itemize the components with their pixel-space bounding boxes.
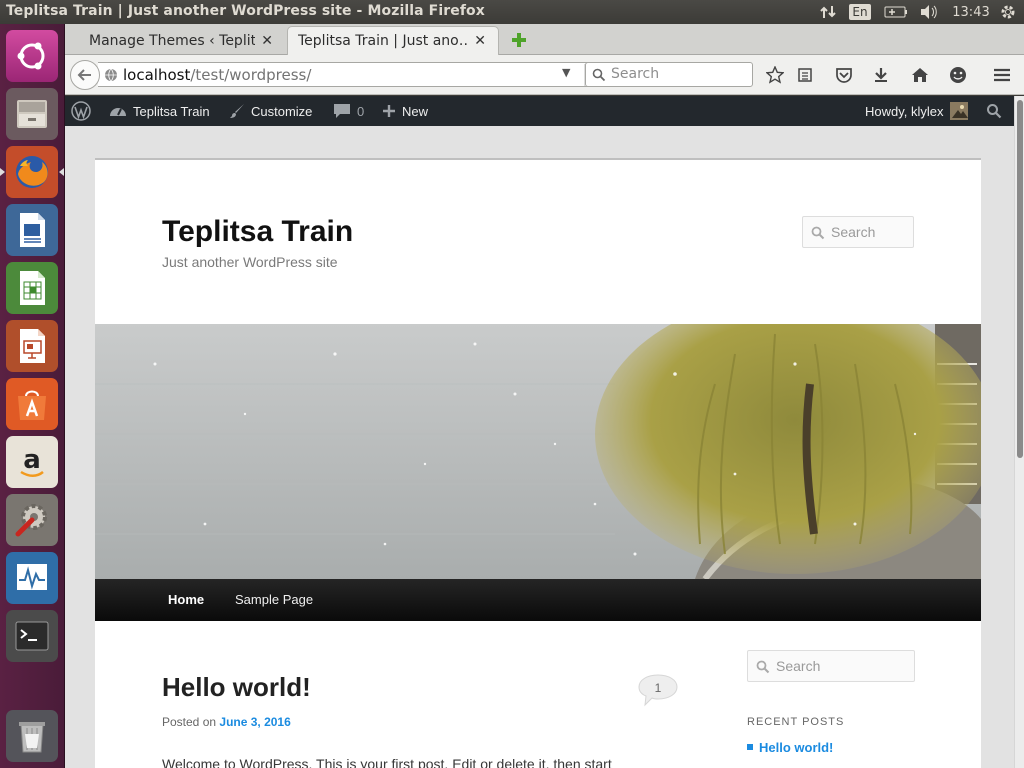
header-image: [95, 324, 981, 579]
admin-new-label: New: [402, 103, 429, 119]
hello-smiley-icon[interactable]: [947, 64, 969, 86]
browser-tab-strip: Manage Themes ‹ Teplit… ✕ Teplitsa Train…: [65, 24, 1024, 55]
ubuntu-dash-icon[interactable]: [6, 30, 58, 82]
tab-label: Manage Themes ‹ Teplit…: [89, 32, 256, 49]
session-gear-icon[interactable]: [997, 2, 1019, 22]
browser-search-box[interactable]: Search: [585, 62, 753, 87]
primary-navigation: Home Sample Page: [95, 579, 981, 621]
network-icon[interactable]: [818, 2, 838, 22]
url-text: localhost/test/wordpress/: [123, 66, 311, 84]
unity-launcher: a: [0, 24, 65, 768]
new-tab-plus-icon[interactable]: [509, 30, 529, 50]
keyboard-layout-indicator[interactable]: En: [849, 2, 871, 22]
post-title[interactable]: Hello world!: [162, 672, 311, 703]
top-panel: Teplitsa Train | Just another WordPress …: [0, 0, 1024, 24]
header-search-placeholder: Search: [831, 224, 876, 240]
search-placeholder: Search: [611, 66, 660, 82]
nav-item-sample-page[interactable]: Sample Page: [235, 579, 313, 621]
tab-manage-themes[interactable]: Manage Themes ‹ Teplit… ✕: [65, 26, 285, 55]
admin-site-name[interactable]: Teplitsa Train: [109, 96, 210, 126]
close-tab-icon[interactable]: ✕: [474, 33, 486, 49]
paintbrush-icon: [230, 104, 244, 118]
admin-howdy-label: Howdy, klylex: [865, 103, 944, 119]
browser-navigation-bar: localhost/test/wordpress/ ▼ Search: [65, 55, 1024, 95]
url-path: /test/wordpress/: [190, 66, 312, 84]
running-indicator: [0, 168, 5, 176]
post-excerpt: Welcome to WordPress. This is your first…: [162, 756, 612, 768]
focused-indicator: [59, 168, 64, 176]
wp-admin-bar: Teplitsa Train Customize 0 New Howdy, kl…: [65, 96, 1014, 126]
admin-customize-label: Customize: [251, 103, 313, 119]
back-button[interactable]: [70, 60, 100, 90]
site-container: Teplitsa Train Just another WordPress si…: [95, 158, 981, 768]
battery-icon[interactable]: [883, 2, 909, 22]
libreoffice-impress-icon[interactable]: [6, 320, 58, 372]
system-settings-icon[interactable]: [6, 494, 58, 546]
recent-posts-heading: RECENT POSTS: [747, 716, 845, 728]
admin-account[interactable]: Howdy, klylex: [865, 96, 968, 126]
search-icon: [811, 226, 825, 240]
back-arrow-icon: [77, 69, 91, 81]
tab-teplitsa-train[interactable]: Teplitsa Train | Just ano… ✕: [287, 26, 499, 55]
terminal-icon[interactable]: [6, 610, 58, 662]
web-page-viewport: Teplitsa Train Customize 0 New Howdy, kl…: [65, 96, 1024, 768]
globe-icon: [105, 68, 117, 82]
wordpress-logo-icon[interactable]: [71, 96, 97, 126]
admin-site-name-label: Teplitsa Train: [133, 103, 210, 119]
admin-comments[interactable]: 0: [333, 96, 364, 126]
clock[interactable]: 13:43: [952, 2, 990, 22]
libreoffice-calc-icon[interactable]: [6, 262, 58, 314]
dashboard-icon: [110, 108, 126, 116]
svg-text:a: a: [23, 445, 41, 475]
url-bar[interactable]: localhost/test/wordpress/ ▼: [98, 62, 644, 87]
header-search-input[interactable]: Search: [802, 216, 914, 248]
post-date-link[interactable]: June 3, 2016: [219, 715, 290, 729]
software-center-icon[interactable]: [6, 378, 58, 430]
files-icon[interactable]: [6, 88, 58, 140]
search-icon: [592, 68, 606, 82]
site-description: Just another WordPress site: [162, 254, 338, 270]
downloads-icon[interactable]: [870, 64, 892, 86]
plus-icon: [383, 105, 395, 117]
nav-item-home[interactable]: Home: [168, 579, 204, 621]
posted-on-label: Posted on: [162, 715, 217, 729]
comment-bubble-icon: [334, 104, 350, 118]
bookmarks-menu-icon[interactable]: [794, 64, 816, 86]
admin-new[interactable]: New: [382, 96, 428, 126]
recent-post-link[interactable]: Hello world!: [747, 740, 833, 755]
admin-comments-count: 0: [357, 103, 365, 119]
avatar: [949, 102, 968, 120]
libreoffice-writer-icon[interactable]: [6, 204, 58, 256]
trash-icon[interactable]: [6, 710, 58, 762]
sidebar-search-input[interactable]: Search: [747, 650, 915, 682]
amazon-icon[interactable]: a: [6, 436, 58, 488]
admin-customize[interactable]: Customize: [229, 96, 312, 126]
window-title: Teplitsa Train | Just another WordPress …: [6, 3, 485, 19]
system-monitor-icon[interactable]: [6, 552, 58, 604]
hamburger-menu-icon[interactable]: [991, 64, 1013, 86]
post-meta: Posted on June 3, 2016: [162, 715, 291, 729]
search-icon: [756, 660, 770, 674]
home-icon[interactable]: [909, 64, 931, 86]
scrollbar-thumb[interactable]: [1017, 100, 1023, 458]
url-host: localhost: [123, 66, 191, 84]
firefox-icon[interactable]: [6, 146, 58, 198]
site-title[interactable]: Teplitsa Train: [162, 215, 353, 249]
page-scrollbar[interactable]: [1014, 96, 1024, 768]
comment-count[interactable]: 1: [637, 681, 679, 695]
keyboard-layout-label: En: [849, 4, 871, 20]
url-history-dropdown-icon[interactable]: ▼: [562, 66, 570, 79]
bookmark-star-icon[interactable]: [764, 64, 786, 86]
volume-icon[interactable]: [918, 2, 940, 22]
admin-search-icon[interactable]: [986, 96, 1008, 126]
pocket-icon[interactable]: [833, 64, 855, 86]
tab-label: Teplitsa Train | Just ano…: [298, 33, 469, 49]
sidebar-search-placeholder: Search: [776, 658, 821, 674]
close-tab-icon[interactable]: ✕: [261, 33, 273, 49]
